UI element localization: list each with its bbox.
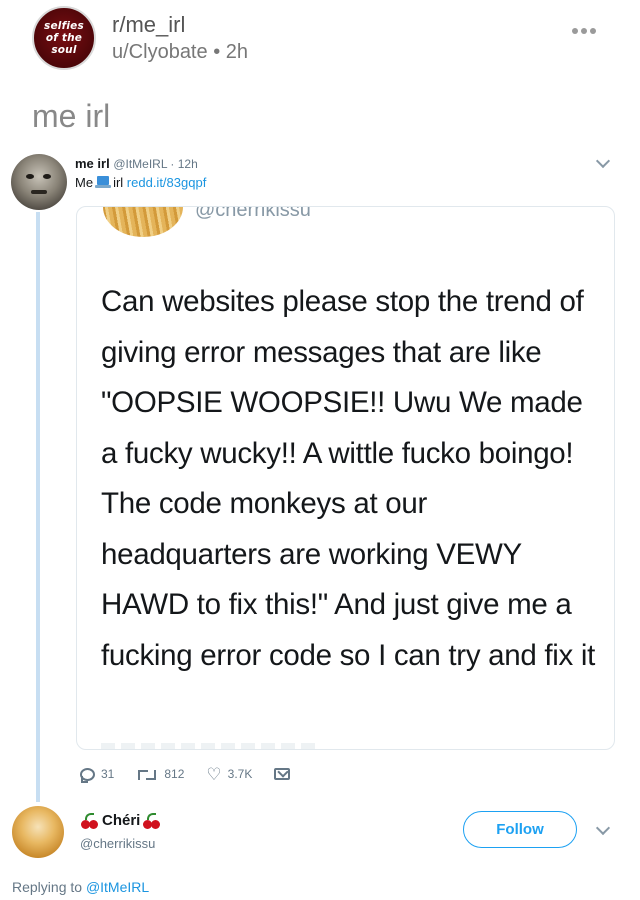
quoted-date-cropped [101,743,321,749]
retweet-action[interactable]: 812 [136,767,184,781]
dm-action[interactable] [274,768,291,780]
quoted-avatar [103,207,183,237]
tweet-text: Me irl redd.it/83gqpf [75,175,206,190]
envelope-icon [274,768,291,780]
quoted-handle: @cherrikissu [195,206,311,221]
tweet-actions: 31 812 ♡ 3.7K [80,764,312,784]
post-meta: u/Clyobate • 2h [112,41,248,64]
retweet-icon [136,767,158,781]
laptop-emoji-icon [95,176,112,188]
reply-icon [80,767,95,783]
chevron-down-icon[interactable] [595,820,611,836]
like-action[interactable]: ♡ 3.7K [206,766,252,783]
subreddit-avatar-text-3: soul [51,44,77,56]
subreddit-avatar-text-2: of the [45,32,83,44]
tweet-author-avatar[interactable] [11,154,67,210]
post-title: me irl [32,98,111,134]
subreddit-name[interactable]: r/me_irl [112,12,185,38]
reply-action[interactable]: 31 [80,767,115,783]
replying-to: Replying to @ItMeIRL [12,879,149,895]
tweet-author: me irl @ItMeIRL · 12h [75,156,198,171]
tweet-link[interactable]: redd.it/83gqpf [127,175,207,190]
post-author[interactable]: u/Clyobate [112,41,208,63]
like-count: 3.7K [227,767,253,781]
reply-author-handle: @cherrikissu [80,836,156,851]
follow-button[interactable]: Follow [463,811,577,848]
thread-line [36,212,40,802]
tweet-author-name: me irl [75,156,110,171]
cherry-icon [80,812,100,829]
cherry-icon [142,812,162,829]
subreddit-avatar-text-1: selfies [44,20,84,32]
quoted-tweet-text: Can websites please stop the trend of gi… [101,285,596,672]
heart-icon: ♡ [206,764,222,784]
post-header: selfies of the soul r/me_irl u/Clyobate … [0,0,640,80]
tweet-handle-time: @ItMeIRL · 12h [113,157,198,171]
tweet-text-after: irl [113,175,124,190]
quoted-tweet-card[interactable]: @cherrikissu Can websites please stop th… [76,206,615,750]
more-options-icon[interactable] [572,28,598,38]
chevron-down-icon[interactable] [595,153,611,169]
tweet-text-before: Me [75,175,94,190]
reply-author-name: Chéri [102,812,141,829]
meta-separator: • [213,41,221,63]
retweet-count: 812 [164,767,185,781]
replying-mention[interactable]: @ItMeIRL [86,879,149,895]
reply-author-avatar[interactable] [12,806,64,858]
reply-count: 31 [101,767,115,781]
subreddit-avatar[interactable]: selfies of the soul [32,6,96,70]
post-age: 2h [225,41,249,63]
replying-prefix: Replying to [12,879,83,895]
reply-author-name-row: Chéri [80,812,162,829]
